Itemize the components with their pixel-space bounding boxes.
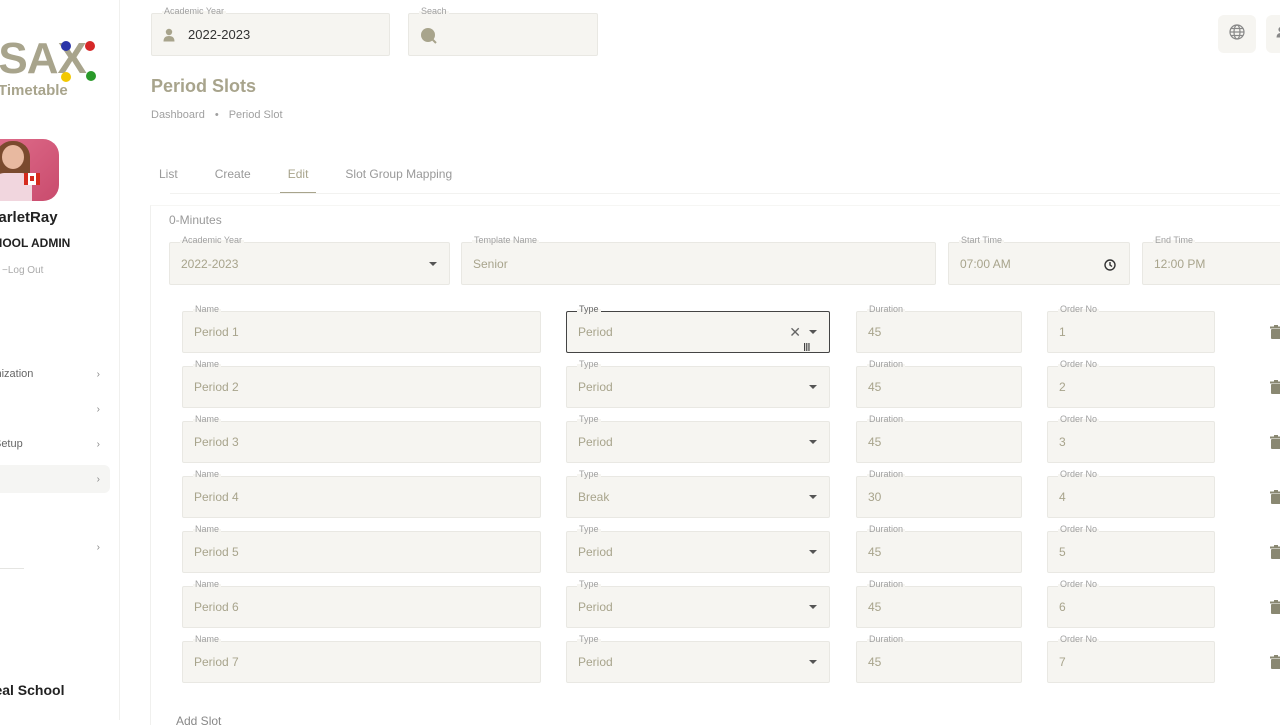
chevron-down-icon	[429, 261, 437, 266]
logo-text: VSAX	[0, 34, 87, 83]
logo-dot-red	[85, 41, 95, 51]
delete-slot-icon[interactable]	[1270, 490, 1280, 504]
slot-name-input[interactable]: Name Period 5	[182, 524, 541, 573]
slot-name-input[interactable]: Name Period 2	[182, 359, 541, 408]
chevron-down-icon[interactable]	[809, 330, 817, 334]
breadcrumb-separator: •	[214, 109, 219, 121]
slot-type-select[interactable]: Type Period ✕	[566, 304, 830, 353]
sidebar-item-configuration[interactable]: Configuration ›	[0, 534, 110, 560]
sidebar-item-active[interactable]: ›	[0, 465, 110, 493]
template-name-input[interactable]: Template Name Senior	[461, 235, 936, 285]
slot-order-input[interactable]: Order No 6	[1047, 579, 1215, 628]
delete-slot-icon[interactable]	[1270, 380, 1280, 394]
sidebar: VSAX Timetable ScarletRay SCHOOL ADMIN −…	[0, 0, 120, 720]
slot-duration-input[interactable]: Duration 45	[856, 579, 1022, 628]
logout-link[interactable]: −Log Out	[2, 265, 43, 276]
tabs: List Create Edit Slot Group Mapping	[151, 158, 481, 194]
slot-type-select[interactable]: Type Period	[566, 634, 830, 683]
chevron-down-icon[interactable]	[809, 605, 817, 609]
slot-name-input[interactable]: Name Period 3	[182, 414, 541, 463]
form-academic-year-select[interactable]: Academic Year 2022-2023	[169, 235, 450, 285]
logo-dot-blue	[61, 41, 71, 51]
school-name: Ideal School	[0, 682, 65, 698]
chevron-right-icon: ›	[96, 541, 100, 553]
slot-order-input[interactable]: Order No 2	[1047, 359, 1215, 408]
tab-list[interactable]: List	[151, 158, 186, 194]
chevron-right-icon: ›	[96, 473, 100, 485]
slot-name-input[interactable]: Name Period 6	[182, 579, 541, 628]
breadcrumb: Dashboard • Period Slot	[151, 109, 283, 121]
slot-type-select[interactable]: Type Period	[566, 524, 830, 573]
tab-edit[interactable]: Edit	[279, 158, 317, 194]
slot-type-select[interactable]: Type Period	[566, 359, 830, 408]
user-icon	[1276, 25, 1280, 43]
breadcrumb-current: Period Slot	[228, 109, 283, 121]
chevron-down-icon[interactable]	[809, 550, 817, 554]
slot-order-input[interactable]: Order No 4	[1047, 469, 1215, 518]
chevron-down-icon[interactable]	[809, 495, 817, 499]
delete-slot-icon[interactable]	[1270, 545, 1280, 559]
slot-type-select[interactable]: Type Break	[566, 469, 830, 518]
sidebar-item-organization[interactable]: Organization ›	[0, 361, 110, 387]
slot-duration-input[interactable]: Duration 45	[856, 524, 1022, 573]
chevron-right-icon: ›	[96, 403, 100, 415]
canada-flag-icon	[24, 173, 40, 185]
tabs-divider	[170, 193, 1280, 194]
logo-subtext: Timetable	[0, 82, 68, 99]
chevron-down-icon[interactable]	[809, 385, 817, 389]
add-slot-button[interactable]: Add Slot	[176, 714, 221, 728]
search-input[interactable]: Seach	[408, 6, 598, 56]
sidebar-item-2[interactable]: ›	[0, 396, 110, 422]
tab-create[interactable]: Create	[207, 158, 259, 194]
slot-type-select[interactable]: Type Period	[566, 579, 830, 628]
slot-type-select[interactable]: Type Period	[566, 414, 830, 463]
section-title: 0-Minutes	[169, 213, 222, 227]
clear-icon[interactable]: ✕	[789, 324, 801, 340]
logo-dot-yellow	[61, 72, 71, 82]
chevron-right-icon: ›	[96, 368, 100, 380]
avatar[interactable]	[0, 139, 59, 201]
language-button[interactable]	[1218, 15, 1256, 53]
slot-duration-input[interactable]: Duration 45	[856, 634, 1022, 683]
sidebar-divider	[0, 568, 24, 569]
chevron-down-icon[interactable]	[809, 660, 817, 664]
delete-slot-icon[interactable]	[1270, 600, 1280, 614]
sidebar-item-student-setup[interactable]: Student Setup ›	[0, 431, 110, 457]
user-role: SCHOOL ADMIN	[0, 236, 71, 250]
start-time-input[interactable]: Start Time 07:00 AM	[948, 235, 1130, 285]
slot-duration-input[interactable]: Duration 45	[856, 304, 1022, 353]
delete-slot-icon[interactable]	[1270, 655, 1280, 669]
breadcrumb-dashboard[interactable]: Dashboard	[151, 109, 205, 121]
slot-name-input[interactable]: Name Period 1	[182, 304, 541, 353]
tab-slot-group-mapping[interactable]: Slot Group Mapping	[337, 158, 460, 194]
user-name: ScarletRay	[0, 209, 58, 226]
delete-slot-icon[interactable]	[1270, 435, 1280, 449]
page-title: Period Slots	[151, 76, 257, 96]
search-icon	[420, 27, 438, 45]
user-icon	[163, 28, 175, 42]
academic-year-select[interactable]: Academic Year 2022-2023	[151, 6, 390, 56]
brand-logo: VSAX Timetable	[0, 34, 110, 104]
end-time-input[interactable]: End Time 12:00 PM	[1142, 235, 1280, 285]
slot-duration-input[interactable]: Duration 30	[856, 469, 1022, 518]
logo-dot-green	[86, 71, 96, 81]
slot-order-input[interactable]: Order No 5	[1047, 524, 1215, 573]
chevron-down-icon[interactable]	[809, 440, 817, 444]
slot-order-input[interactable]: Order No 3	[1047, 414, 1215, 463]
slot-order-input[interactable]: Order No 7	[1047, 634, 1215, 683]
slot-name-input[interactable]: Name Period 7	[182, 634, 541, 683]
chevron-right-icon: ›	[96, 438, 100, 450]
profile-button[interactable]	[1266, 15, 1280, 53]
delete-slot-icon[interactable]	[1270, 325, 1280, 339]
slot-duration-input[interactable]: Duration 45	[856, 359, 1022, 408]
slot-name-input[interactable]: Name Period 4	[182, 469, 541, 518]
slot-duration-input[interactable]: Duration 45	[856, 414, 1022, 463]
slot-order-input[interactable]: Order No 1	[1047, 304, 1215, 353]
text-cursor-icon: Ⅲ	[803, 342, 811, 354]
clock-icon[interactable]	[1104, 258, 1116, 271]
globe-icon	[1229, 23, 1245, 45]
